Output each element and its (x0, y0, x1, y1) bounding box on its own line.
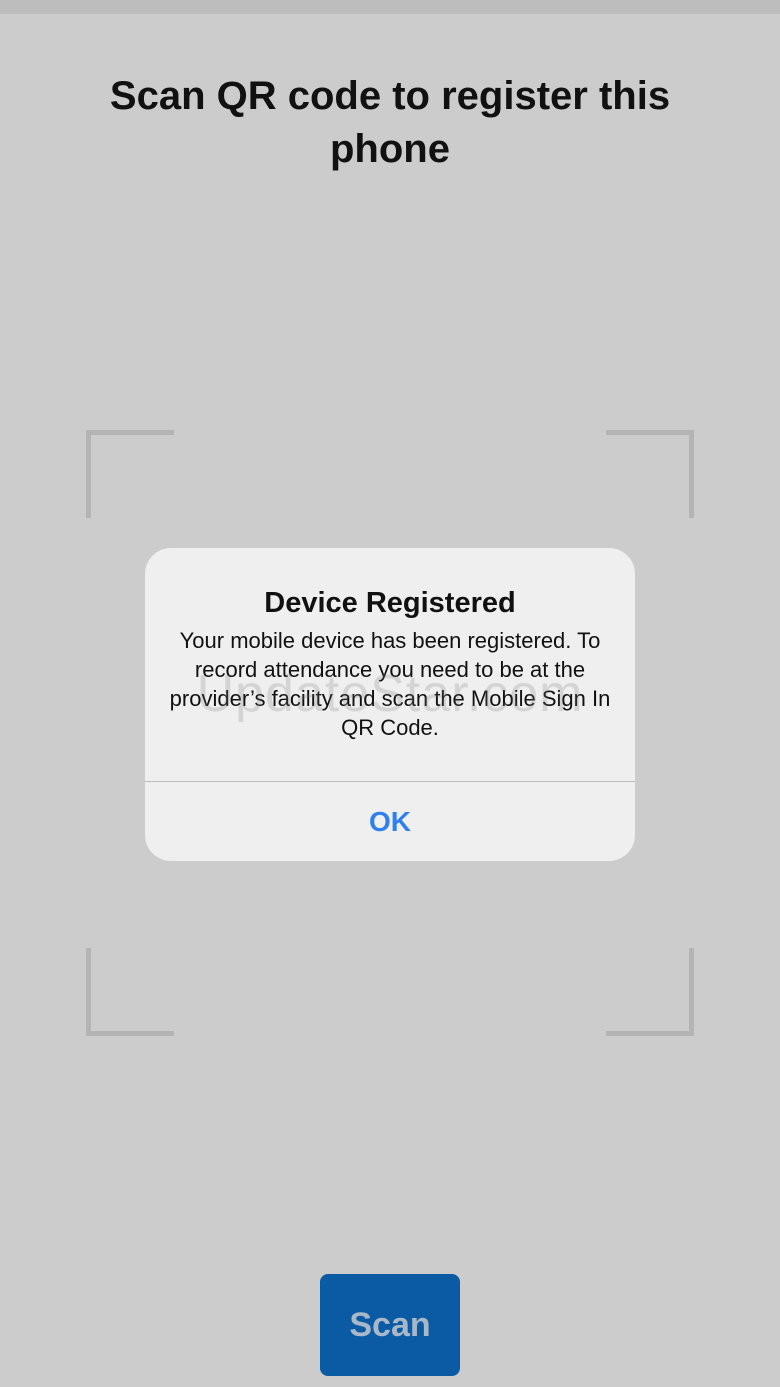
viewfinder-corner-bottom-left (86, 948, 174, 1036)
scan-button[interactable]: Scan (320, 1274, 460, 1376)
device-registered-alert: Device Registered Your mobile device has… (145, 548, 635, 861)
ok-button[interactable]: OK (145, 782, 635, 861)
viewfinder-corner-top-right (606, 430, 694, 518)
alert-title: Device Registered (264, 587, 516, 619)
viewfinder-corner-top-left (86, 430, 174, 518)
status-bar-strip (0, 0, 780, 14)
viewfinder-corner-bottom-right (606, 948, 694, 1036)
qr-register-screen: Scan QR code to register this phone Devi… (0, 0, 780, 1387)
page-title: Scan QR code to register this phone (109, 74, 671, 171)
alert-message: Your mobile device has been registered. … (169, 628, 611, 740)
